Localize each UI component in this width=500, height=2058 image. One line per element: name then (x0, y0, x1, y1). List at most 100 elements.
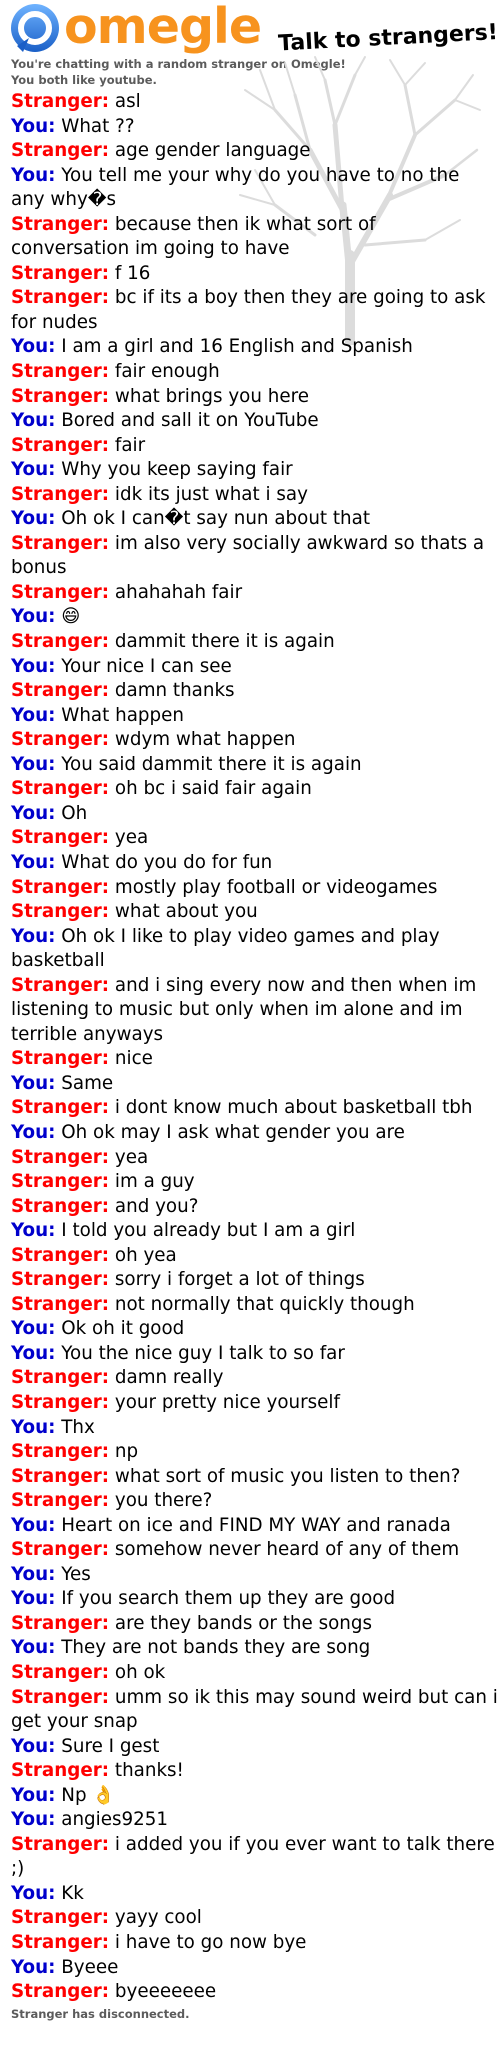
speaker-label: You: (11, 1956, 56, 1978)
speaker-label: You: (11, 1072, 56, 1094)
message-stranger: Stranger: byeeeeeee (11, 1980, 498, 2005)
speaker-label: Stranger: (11, 778, 110, 800)
speaker-label: Stranger: (11, 1048, 110, 1070)
message-stranger: Stranger: wdym what happen (11, 728, 498, 753)
message-stranger: Stranger: oh bc i said fair again (11, 777, 498, 802)
speaker-label: Stranger: (11, 262, 110, 284)
speaker-label: You: (11, 1809, 56, 1831)
speaker-label: You: (11, 851, 56, 873)
message-stranger: Stranger: fair (11, 434, 498, 459)
message-text: damn really (114, 1367, 224, 1389)
speaker-label: Stranger: (11, 680, 110, 702)
message-text: If you search them up they are good (61, 1588, 396, 1610)
message-stranger: Stranger: oh yea (11, 1244, 498, 1269)
message-text: Oh (61, 802, 88, 824)
speaker-label: You: (11, 1563, 56, 1585)
message-text: oh ok (114, 1662, 166, 1683)
message-text: oh bc i said fair again (114, 778, 312, 800)
speaker-label: You: (11, 655, 56, 677)
message-stranger: Stranger: your pretty nice yourself (11, 1391, 498, 1416)
speaker-label: You: (11, 1735, 56, 1757)
speaker-label: Stranger: (11, 1981, 110, 2003)
speaker-label: You: (11, 1514, 56, 1536)
message-text: sorry i forget a lot of things (114, 1269, 365, 1291)
speaker-label: You: (11, 164, 56, 186)
message-text: Np 👌 (61, 1784, 116, 1806)
speaker-label: Stranger: (11, 1932, 110, 1954)
speaker-label: You: (11, 1637, 56, 1659)
message-you: You: Thx (11, 1416, 498, 1441)
message-you: You: Np 👌 (11, 1784, 498, 1809)
message-text: you there? (114, 1490, 213, 1512)
message-text: somehow never heard of any of them (114, 1539, 460, 1561)
message-text: and you? (114, 1195, 199, 1217)
message-text: Sure I gest (61, 1735, 160, 1757)
speaker-label: You: (11, 1342, 56, 1364)
message-text: fair (114, 434, 146, 456)
message-stranger: Stranger: asl (11, 90, 498, 115)
message-text: Kk (61, 1882, 84, 1904)
speaker-label: Stranger: (11, 140, 110, 162)
speaker-label: Stranger: (11, 1833, 110, 1855)
speaker-label: Stranger: (11, 1269, 110, 1291)
message-text: what brings you here (114, 385, 309, 407)
speaker-label: You: (11, 1318, 56, 1340)
speaker-label: Stranger: (11, 1195, 110, 1217)
message-you: You: Oh ok I can�t say nun about that (11, 507, 498, 532)
message-text: Thx (61, 1416, 95, 1438)
speaker-label: Stranger: (11, 1244, 110, 1266)
message-stranger: Stranger: mostly play football or videog… (11, 876, 498, 901)
speaker-label: Stranger: (11, 1662, 110, 1683)
message-stranger: Stranger: idk its just what i say (11, 483, 498, 508)
message-you: You: Your nice I can see (11, 655, 498, 680)
omegle-wordmark: omegle (64, 0, 262, 55)
speaker-label: Stranger: (11, 483, 110, 505)
speaker-label: Stranger: (11, 901, 110, 923)
speaker-label: Stranger: (11, 827, 110, 849)
message-text: f 16 (114, 262, 151, 284)
speaker-label: Stranger: (11, 385, 110, 407)
message-text: oh yea (114, 1244, 177, 1266)
message-text: what sort of music you listen to then? (114, 1465, 461, 1487)
message-you: You: What do you do for fun (11, 851, 498, 876)
speaker-label: You: (11, 1416, 56, 1438)
speaker-label: You: (11, 336, 56, 358)
message-text: yea (114, 827, 149, 849)
message-text: your pretty nice yourself (114, 1391, 340, 1413)
message-you: You: Why you keep saying fair (11, 458, 498, 483)
message-text: Your nice I can see (61, 655, 232, 677)
message-text: damn thanks (114, 680, 235, 702)
message-text: Same (61, 1072, 114, 1094)
message-text: what about you (114, 901, 258, 923)
omegle-logo-icon (11, 4, 59, 52)
speaker-label: You: (11, 1121, 56, 1143)
speaker-label: You: (11, 802, 56, 824)
speaker-label: You: (11, 459, 56, 481)
message-text: asl (114, 91, 141, 112)
message-stranger: Stranger: yea (11, 1146, 498, 1171)
speaker-label: Stranger: (11, 213, 110, 235)
message-stranger: Stranger: you there? (11, 1489, 498, 1514)
message-text: I told you already but I am a girl (61, 1220, 356, 1242)
message-stranger: Stranger: and you? (11, 1195, 498, 1220)
message-text: Byeee (61, 1956, 119, 1978)
speaker-label: Stranger: (11, 434, 110, 456)
message-you: You: Kk (11, 1882, 498, 1907)
message-you: You: Oh ok I like to play video games an… (11, 925, 498, 974)
omegle-logo[interactable]: omegle (9, 0, 262, 58)
message-text: Why you keep saying fair (61, 459, 293, 481)
message-you: You: Heart on ice and FIND MY WAY and ra… (11, 1514, 498, 1539)
message-stranger: Stranger: dammit there it is again (11, 630, 498, 655)
message-stranger: Stranger: yayy cool (11, 1906, 498, 1931)
message-text: I am a girl and 16 English and Spanish (61, 336, 413, 358)
message-stranger: Stranger: f 16 (11, 262, 498, 287)
speaker-label: Stranger: (11, 1171, 110, 1193)
message-stranger: Stranger: im also very socially awkward … (11, 532, 498, 581)
message-stranger: Stranger: age gender language (11, 139, 498, 164)
message-text: Oh ok may I ask what gender you are (61, 1121, 405, 1143)
tagline: Talk to strangers! (277, 20, 499, 57)
message-you: You: You said dammit there it is again (11, 753, 498, 778)
message-stranger: Stranger: i dont know much about basketb… (11, 1096, 498, 1121)
message-stranger: Stranger: yea (11, 826, 498, 851)
message-stranger: Stranger: and i sing every now and then … (11, 974, 498, 1048)
